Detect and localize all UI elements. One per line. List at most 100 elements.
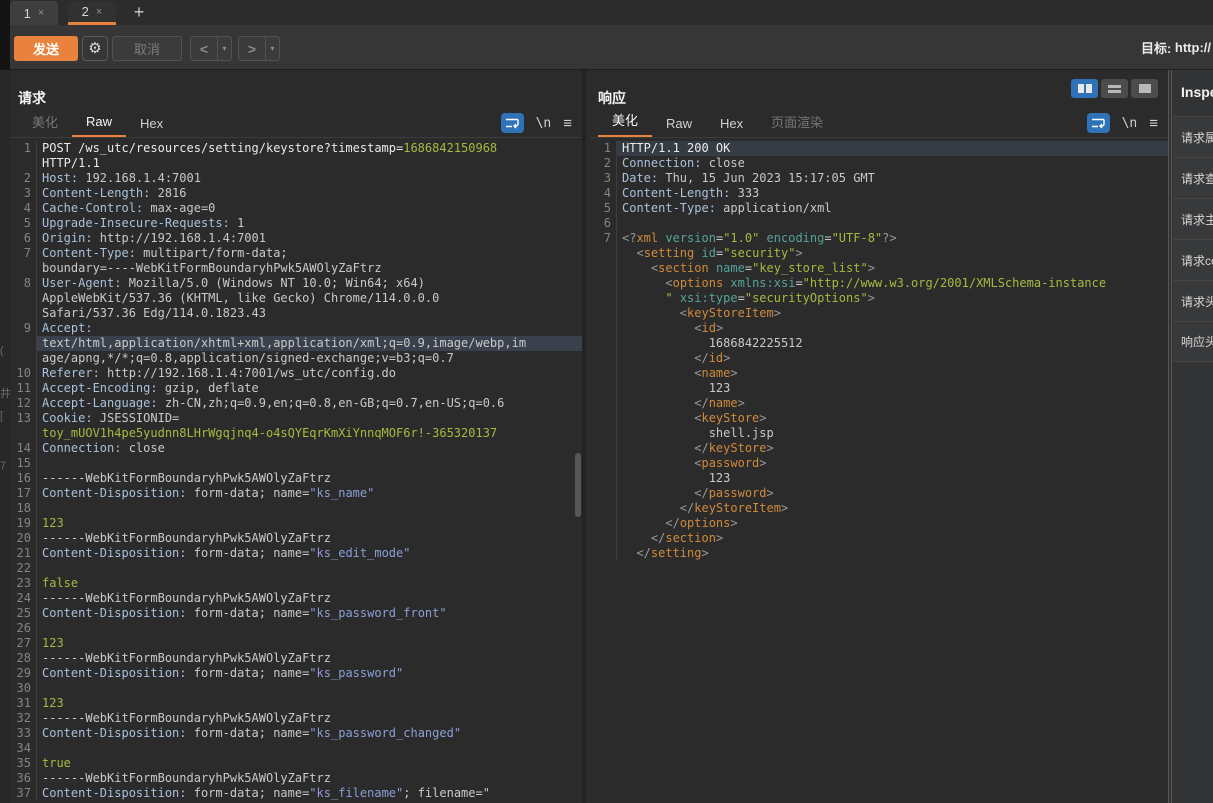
tab-美化[interactable]: 美化 (18, 109, 72, 137)
code-token: > (730, 366, 737, 380)
forward-dropdown-icon[interactable]: ▾ (265, 37, 279, 60)
code-line: 3Content-Length: 2816 (10, 186, 582, 201)
tab-Hex[interactable]: Hex (126, 113, 177, 137)
line-number (590, 516, 617, 531)
code-line: 13Cookie: JSESSIONID= (10, 411, 582, 426)
code-token: options (673, 276, 724, 290)
code-token: POST /ws_utc/resources/setting/keystore?… (42, 141, 403, 155)
layout-columns-button[interactable] (1071, 79, 1098, 98)
line-content (37, 501, 582, 516)
code-line: 23false (10, 576, 582, 591)
word-wrap-icon[interactable] (1087, 113, 1110, 133)
request-editor[interactable]: 1POST /ws_utc/resources/setting/keystore… (10, 138, 582, 803)
code-token: "security" (723, 246, 795, 260)
code-token: > (774, 306, 781, 320)
line-number: 26 (10, 621, 37, 636)
repeater-tab-1[interactable]: 1 × (10, 1, 58, 25)
code-line: 8User-Agent: Mozilla/5.0 (Windows NT 10.… (10, 276, 582, 291)
response-editor[interactable]: 1HTTP/1.1 200 OK2Connection: close3Date:… (590, 138, 1168, 803)
code-token: 123 (622, 381, 730, 395)
code-token: HTTP/1.1 200 OK (622, 141, 730, 155)
code-token: "UTF-8" (832, 231, 883, 245)
line-number (590, 246, 617, 261)
send-button[interactable]: 发送 (14, 36, 78, 61)
line-number (10, 306, 37, 321)
inspector-item[interactable]: 请求属性 (1173, 116, 1213, 157)
code-token (622, 546, 636, 560)
code-line: 32------WebKitFormBoundaryhPwk5AWOlyZaFt… (10, 711, 582, 726)
line-content: Accept-Language: zh-CN,zh;q=0.9,en;q=0.8… (37, 396, 582, 411)
back-button[interactable]: < ▾ (190, 36, 232, 61)
add-tab-button[interactable]: + (126, 0, 152, 25)
close-icon[interactable]: × (96, 6, 102, 18)
code-token: Content-Disposition: (42, 546, 187, 560)
code-token: options (680, 516, 731, 530)
code-token: multipart/form-data; (136, 246, 288, 260)
hamburger-menu-icon[interactable]: ≡ (563, 115, 572, 132)
code-line: 5Upgrade-Insecure-Requests: 1 (10, 216, 582, 231)
code-token: form-data; name= (187, 546, 310, 560)
line-content: 123 (37, 516, 582, 531)
close-icon[interactable]: × (38, 7, 44, 19)
code-token: Content-Disposition: (42, 666, 187, 680)
inspector-item[interactable]: 响应头 (1173, 321, 1213, 362)
inspector-item[interactable]: 请求查询参数 (1173, 157, 1213, 198)
line-content: Safari/537.36 Edg/114.0.1823.43 (37, 306, 582, 321)
code-line: 34 (10, 741, 582, 756)
forward-button[interactable]: > ▾ (238, 36, 280, 61)
tab-Hex[interactable]: Hex (706, 113, 757, 137)
edge-artifact-glyph: [ (0, 410, 3, 422)
code-token: keyStore (701, 411, 759, 425)
line-content: Content-Type: multipart/form-data; (37, 246, 582, 261)
code-token: > (759, 411, 766, 425)
back-dropdown-icon[interactable]: ▾ (217, 37, 231, 60)
inspector-item[interactable]: 请求头 (1173, 280, 1213, 321)
gear-icon[interactable]: ⚙ (82, 36, 108, 61)
line-content: </password> (617, 486, 1168, 501)
line-number: 25 (10, 606, 37, 621)
request-scrollbar-thumb[interactable] (575, 453, 581, 517)
code-token (673, 291, 680, 305)
code-token: </ (694, 351, 708, 365)
code-token: > (767, 486, 774, 500)
forward-arrow-icon[interactable]: > (239, 37, 265, 60)
code-line: 33Content-Disposition: form-data; name="… (10, 726, 582, 741)
line-number: 5 (10, 216, 37, 231)
back-arrow-icon[interactable]: < (191, 37, 217, 60)
code-token: > (723, 351, 730, 365)
hamburger-menu-icon[interactable]: ≡ (1149, 115, 1158, 132)
inspector-item[interactable]: 请求主体参数 (1173, 198, 1213, 239)
line-content: boundary=----WebKitFormBoundaryhPwk5AWOl… (37, 261, 582, 276)
line-content: Connection: close (617, 156, 1168, 171)
line-number: 27 (10, 636, 37, 651)
word-wrap-icon[interactable] (501, 113, 524, 133)
code-line: <options xmlns:xsi="http://www.w3.org/20… (590, 276, 1168, 291)
repeater-tab-2[interactable]: 2 × (68, 1, 116, 25)
line-content: POST /ws_utc/resources/setting/keystore?… (37, 141, 582, 156)
tab-美化[interactable]: 美化 (598, 107, 652, 137)
tab-Raw[interactable]: Raw (652, 113, 706, 137)
newline-toggle-icon[interactable]: \n (536, 116, 552, 131)
code-token: Host: (42, 171, 78, 185)
line-content: shell.jsp (617, 426, 1168, 441)
code-line: <password> (590, 456, 1168, 471)
code-token: JSESSIONID= (93, 411, 180, 425)
line-number (10, 336, 37, 351)
layout-rows-button[interactable] (1101, 79, 1128, 98)
code-token: 123 (42, 696, 64, 710)
target-label: 目标: (1141, 38, 1171, 57)
newline-toggle-icon[interactable]: \n (1122, 116, 1138, 131)
inspector-item[interactable]: 请求cookies (1173, 239, 1213, 280)
code-line: 1686842225512 (590, 336, 1168, 351)
code-token: > (781, 501, 788, 515)
code-token: form-data; name= (187, 786, 310, 800)
code-token: "ks_password_changed" (309, 726, 461, 740)
code-token: ; filename=" (403, 786, 490, 800)
line-number: 6 (10, 231, 37, 246)
tab-Raw[interactable]: Raw (72, 111, 126, 137)
layout-single-button[interactable] (1131, 79, 1158, 98)
cancel-button[interactable]: 取消 (112, 36, 182, 61)
code-token: AppleWebKit/537.36 (KHTML, like Gecko) C… (42, 291, 439, 305)
line-content: User-Agent: Mozilla/5.0 (Windows NT 10.0… (37, 276, 582, 291)
tab-页面渲染[interactable]: 页面渲染 (757, 109, 837, 137)
